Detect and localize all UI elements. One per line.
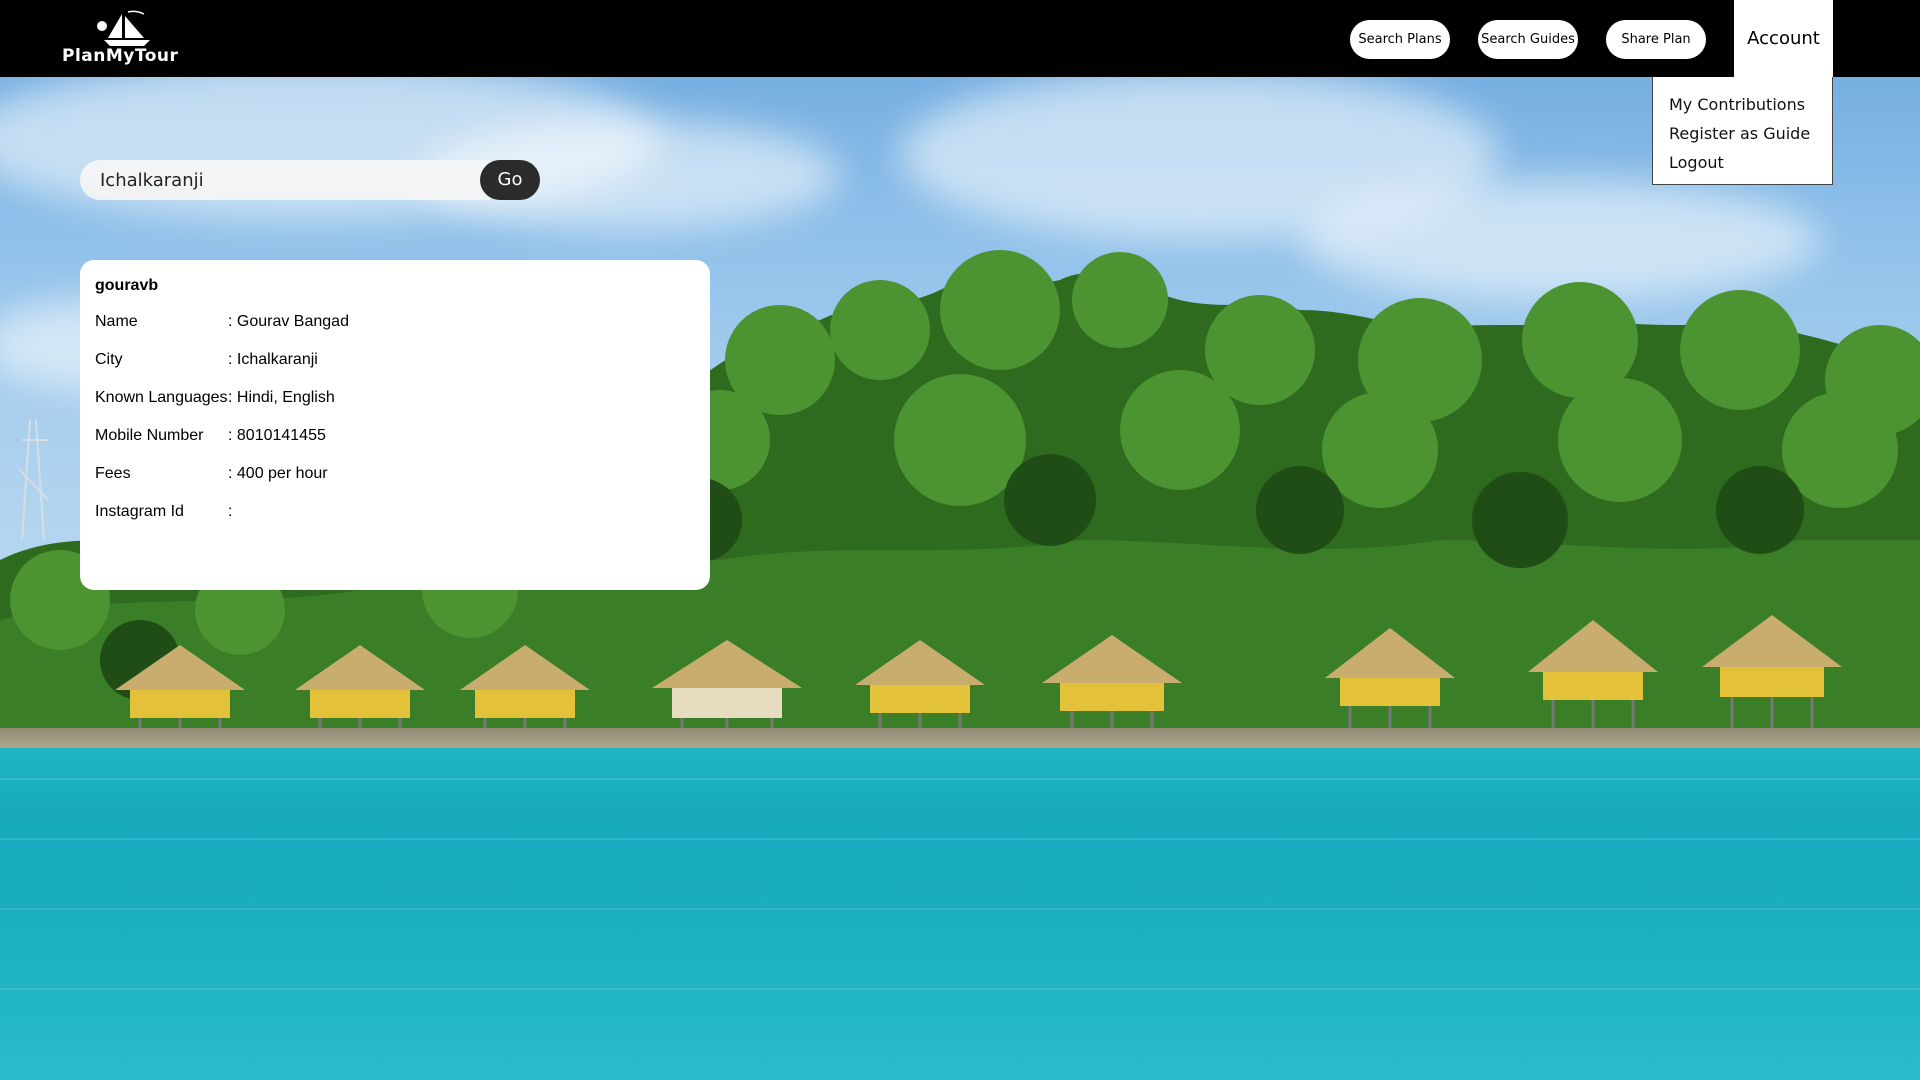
- city-search: Go: [80, 160, 540, 200]
- nav-search-plans-button[interactable]: Search Plans: [1350, 20, 1450, 59]
- field-value: : Hindi, English: [228, 389, 335, 406]
- field-label: Mobile Number: [95, 427, 204, 444]
- nav-share-plan-button[interactable]: Share Plan: [1606, 20, 1706, 59]
- guide-card: gouravb Name : Gourav Bangad City : Icha…: [80, 260, 710, 590]
- sailboat-icon: [97, 10, 150, 46]
- field-value: : 8010141455: [228, 427, 326, 444]
- guide-field-languages: Known Languages : Hindi, English: [95, 379, 695, 417]
- field-label: Instagram Id: [95, 503, 184, 520]
- guide-field-city: City : Ichalkaranji: [95, 341, 695, 379]
- menu-item-logout[interactable]: Logout: [1653, 148, 1832, 177]
- menu-item-register-as-guide[interactable]: Register as Guide: [1653, 119, 1832, 148]
- guide-field-instagram: Instagram Id :: [95, 493, 695, 531]
- account-dropdown: My Contributions Register as Guide Logou…: [1652, 77, 1833, 185]
- field-value: : Ichalkaranji: [228, 351, 318, 368]
- field-label: City: [95, 351, 123, 368]
- city-search-input[interactable]: [80, 160, 490, 200]
- field-value: : Gourav Bangad: [228, 313, 349, 330]
- logo-text: PlanMyTour: [62, 46, 179, 66]
- account-menu-button[interactable]: Account: [1734, 0, 1833, 77]
- nav-search-guides-button[interactable]: Search Guides: [1478, 20, 1578, 59]
- top-navbar: PlanMyTour Search Plans Search Guides Sh…: [0, 0, 1920, 77]
- guide-field-fees: Fees : 400 per hour: [95, 455, 695, 493]
- guide-field-name: Name : Gourav Bangad: [95, 303, 695, 341]
- logo[interactable]: PlanMyTour: [60, 8, 190, 70]
- go-button[interactable]: Go: [480, 160, 540, 200]
- field-label: Name: [95, 313, 138, 330]
- guide-username: gouravb: [95, 277, 159, 294]
- field-value: : 400 per hour: [228, 465, 328, 482]
- field-value: :: [228, 503, 233, 520]
- sea: [0, 748, 1920, 1080]
- menu-item-my-contributions[interactable]: My Contributions: [1653, 90, 1832, 119]
- field-label: Fees: [95, 465, 131, 482]
- guide-field-mobile: Mobile Number : 8010141455: [95, 417, 695, 455]
- field-label: Known Languages: [95, 389, 228, 406]
